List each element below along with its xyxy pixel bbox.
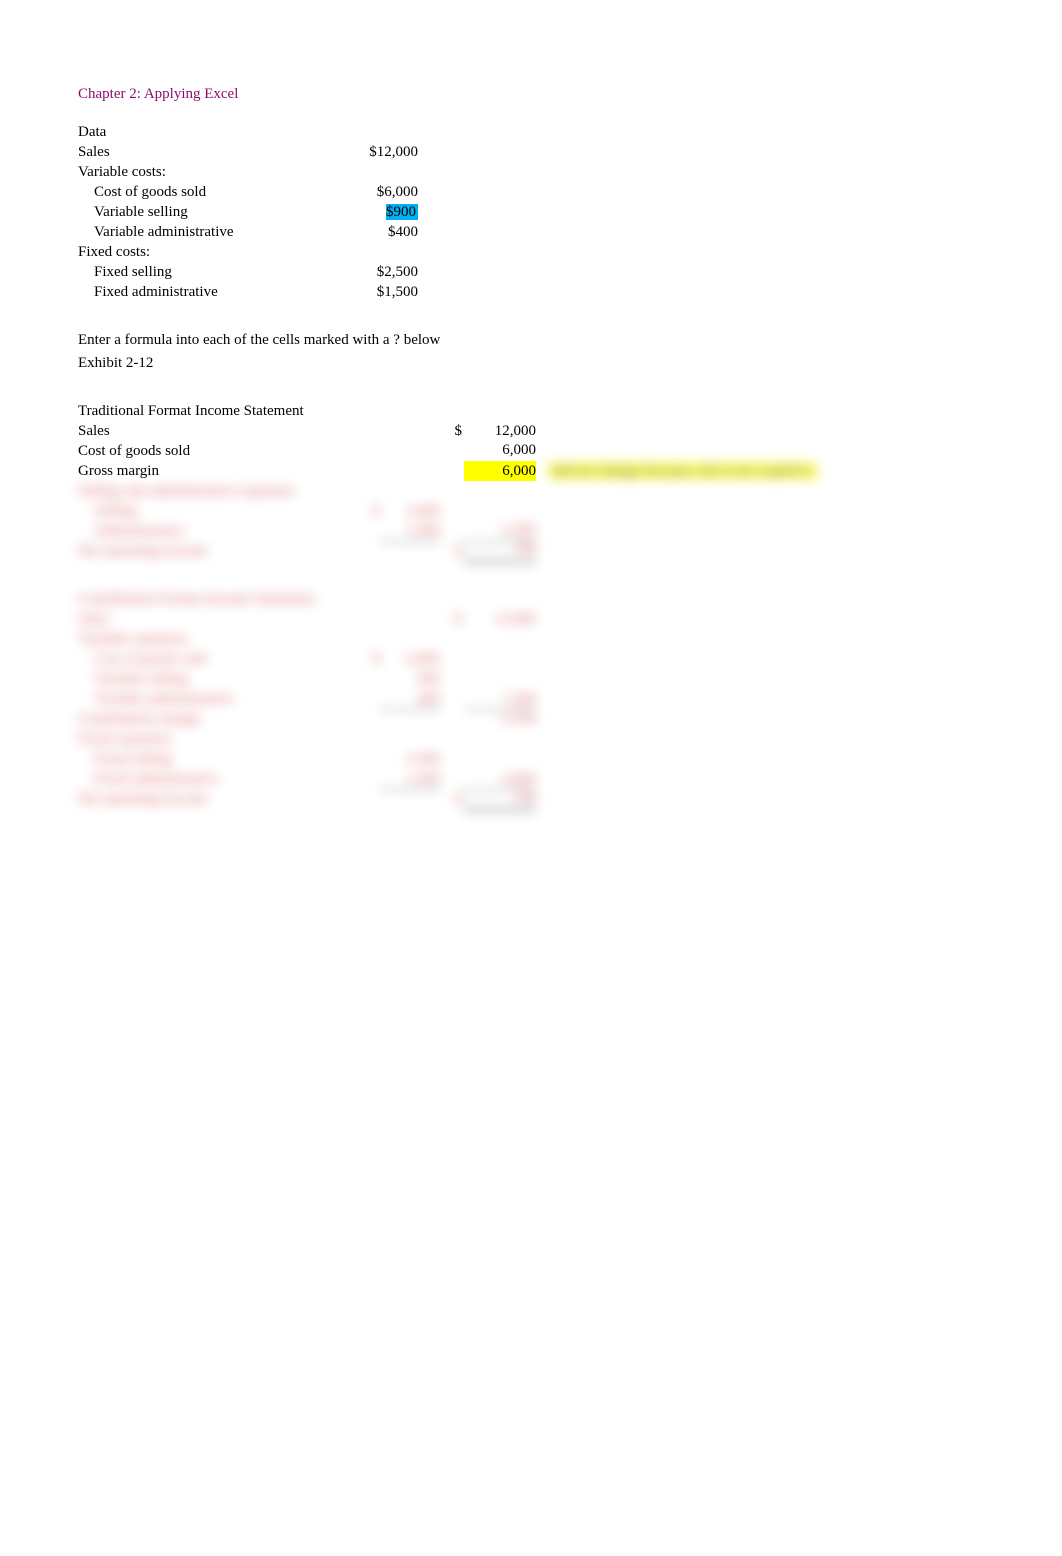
- trad-sga-label: Selling and administrative expenses:: [78, 481, 356, 501]
- trad-noi-label: Net operating income: [78, 541, 356, 561]
- page-title: Chapter 2: Applying Excel: [78, 84, 984, 104]
- contrib-fixed-selling-label: Fixed selling: [78, 749, 356, 769]
- trad-sales-sym: $: [440, 421, 464, 441]
- contrib-header: Contribution Format Income Statement: [78, 589, 984, 609]
- contrib-var-selling-label: Variable selling: [78, 669, 356, 689]
- contrib-noi-val: 700: [464, 788, 536, 811]
- trad-noi-val: 700: [464, 539, 536, 562]
- sales-label: Sales: [78, 142, 318, 162]
- contrib-fixed-selling-val: 2,500: [380, 749, 440, 769]
- trad-selling-label: Selling: [78, 501, 356, 521]
- contrib-cogs-sym: $: [356, 649, 380, 669]
- contrib-var-admin-label: Variable administrative: [78, 689, 356, 709]
- variable-selling-value: $900: [318, 202, 418, 222]
- contrib-var-admin-val: 400: [380, 689, 440, 710]
- contrib-var-selling-val: 900: [380, 669, 440, 689]
- trad-noi-sym: $: [440, 541, 464, 561]
- contrib-cogs-val: 6,000: [380, 649, 440, 669]
- variable-admin-value: $400: [318, 222, 418, 242]
- data-header: Data: [78, 122, 318, 142]
- trad-gm-label: Gross margin: [78, 461, 356, 481]
- fixed-selling-value: $2,500: [318, 262, 418, 282]
- contrib-ve-header: Variable expenses:: [78, 629, 356, 649]
- contrib-cm-val: 4,700: [464, 709, 536, 729]
- fixed-selling-label: Fixed selling: [78, 262, 318, 282]
- contrib-fixed-admin-label: Fixed administrative: [78, 769, 356, 789]
- contrib-sales-label: Sales: [78, 609, 356, 629]
- trad-selling-sym: $: [356, 501, 380, 521]
- contrib-cogs-label: Cost of goods sold: [78, 649, 356, 669]
- contrib-sales-sym: $: [440, 609, 464, 629]
- contrib-sales-val: 12,000: [464, 609, 536, 629]
- contrib-cm-label: Contribution margin: [78, 709, 356, 729]
- trad-cogs-val: 6,000: [464, 440, 536, 461]
- contrib-noi-label: Net operating income: [78, 789, 356, 809]
- cogs-value: $6,000: [318, 182, 418, 202]
- variable-selling-label: Variable selling: [78, 202, 318, 222]
- contrib-ve-total: 7,300: [464, 689, 536, 710]
- trad-gm-val: 6,000: [464, 461, 536, 481]
- exhibit-label: Exhibit 2-12: [78, 353, 984, 373]
- trad-cogs-label: Cost of goods sold: [78, 441, 356, 461]
- trad-admin-label: Administrative: [78, 521, 356, 541]
- contrib-noi-sym: $: [440, 789, 464, 809]
- trad-admin-val: 1,900: [380, 520, 440, 541]
- instruction-text: Enter a formula into each of the cells m…: [78, 330, 984, 350]
- trad-sales-val: 12,000: [464, 421, 536, 441]
- fixed-admin-value: $1,500: [318, 282, 418, 302]
- trad-sales-label: Sales: [78, 421, 356, 441]
- fixed-admin-label: Fixed administrative: [78, 282, 318, 302]
- gm-note: did not change because cell is not copie…: [548, 461, 817, 481]
- contrib-fixed-admin-val: 1,500: [380, 769, 440, 790]
- cogs-label: Cost of goods sold: [78, 182, 318, 202]
- variable-costs-header: Variable costs:: [78, 162, 318, 182]
- contrib-fe-header: Fixed expenses:: [78, 729, 356, 749]
- trad-selling-val: 3,400: [380, 501, 440, 521]
- fixed-costs-header: Fixed costs:: [78, 242, 318, 262]
- sales-value: $12,000: [318, 142, 418, 162]
- variable-admin-label: Variable administrative: [78, 222, 318, 242]
- traditional-header: Traditional Format Income Statement: [78, 401, 984, 421]
